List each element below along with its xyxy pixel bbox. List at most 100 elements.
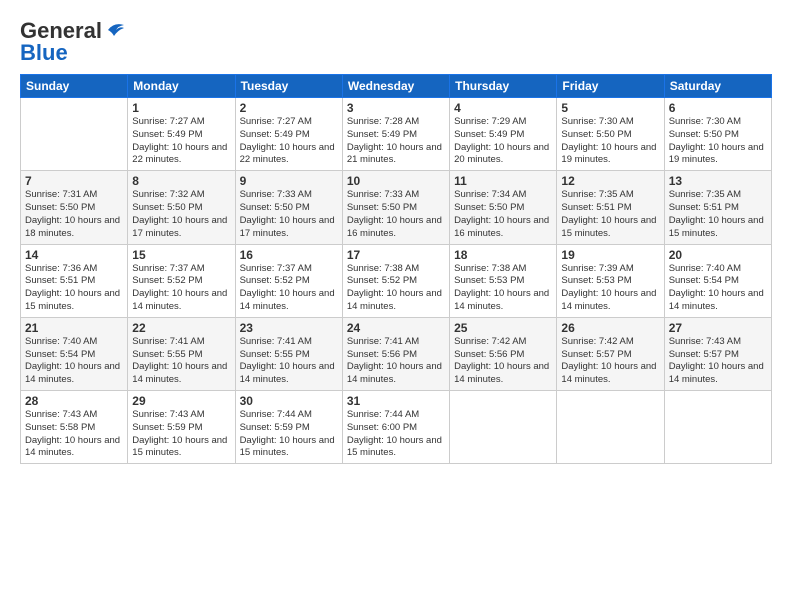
day-info: Sunrise: 7:37 AM Sunset: 5:52 PM Dayligh… (132, 263, 230, 314)
calendar-cell: 30Sunrise: 7:44 AM Sunset: 5:59 PM Dayli… (235, 391, 342, 464)
calendar-col-header: Thursday (450, 75, 557, 98)
calendar-cell: 3Sunrise: 7:28 AM Sunset: 5:49 PM Daylig… (342, 98, 449, 171)
day-info: Sunrise: 7:42 AM Sunset: 5:57 PM Dayligh… (561, 336, 659, 387)
calendar-cell: 15Sunrise: 7:37 AM Sunset: 5:52 PM Dayli… (128, 244, 235, 317)
calendar-cell: 24Sunrise: 7:41 AM Sunset: 5:56 PM Dayli… (342, 317, 449, 390)
day-number: 13 (669, 174, 767, 188)
day-number: 7 (25, 174, 123, 188)
calendar-week-row: 28Sunrise: 7:43 AM Sunset: 5:58 PM Dayli… (21, 391, 772, 464)
calendar-cell: 16Sunrise: 7:37 AM Sunset: 5:52 PM Dayli… (235, 244, 342, 317)
day-info: Sunrise: 7:41 AM Sunset: 5:56 PM Dayligh… (347, 336, 445, 387)
day-info: Sunrise: 7:32 AM Sunset: 5:50 PM Dayligh… (132, 189, 230, 240)
day-number: 29 (132, 394, 230, 408)
day-info: Sunrise: 7:40 AM Sunset: 5:54 PM Dayligh… (669, 263, 767, 314)
logo-bird-icon (104, 20, 126, 38)
calendar-cell: 7Sunrise: 7:31 AM Sunset: 5:50 PM Daylig… (21, 171, 128, 244)
day-number: 4 (454, 101, 552, 115)
calendar-week-row: 21Sunrise: 7:40 AM Sunset: 5:54 PM Dayli… (21, 317, 772, 390)
calendar-col-header: Wednesday (342, 75, 449, 98)
day-info: Sunrise: 7:33 AM Sunset: 5:50 PM Dayligh… (240, 189, 338, 240)
calendar-cell: 25Sunrise: 7:42 AM Sunset: 5:56 PM Dayli… (450, 317, 557, 390)
day-info: Sunrise: 7:34 AM Sunset: 5:50 PM Dayligh… (454, 189, 552, 240)
calendar-cell: 23Sunrise: 7:41 AM Sunset: 5:55 PM Dayli… (235, 317, 342, 390)
day-number: 24 (347, 321, 445, 335)
day-number: 26 (561, 321, 659, 335)
calendar-col-header: Monday (128, 75, 235, 98)
page: General Blue SundayMondayTuesdayWednesda… (0, 0, 792, 612)
day-number: 22 (132, 321, 230, 335)
day-info: Sunrise: 7:35 AM Sunset: 5:51 PM Dayligh… (561, 189, 659, 240)
day-info: Sunrise: 7:33 AM Sunset: 5:50 PM Dayligh… (347, 189, 445, 240)
calendar-cell: 21Sunrise: 7:40 AM Sunset: 5:54 PM Dayli… (21, 317, 128, 390)
calendar-cell (664, 391, 771, 464)
logo-blue: Blue (20, 40, 68, 66)
day-number: 19 (561, 248, 659, 262)
calendar-cell: 6Sunrise: 7:30 AM Sunset: 5:50 PM Daylig… (664, 98, 771, 171)
calendar-header-row: SundayMondayTuesdayWednesdayThursdayFrid… (21, 75, 772, 98)
calendar-cell: 10Sunrise: 7:33 AM Sunset: 5:50 PM Dayli… (342, 171, 449, 244)
calendar-cell: 8Sunrise: 7:32 AM Sunset: 5:50 PM Daylig… (128, 171, 235, 244)
day-info: Sunrise: 7:43 AM Sunset: 5:58 PM Dayligh… (25, 409, 123, 460)
calendar-table: SundayMondayTuesdayWednesdayThursdayFrid… (20, 74, 772, 464)
calendar-week-row: 7Sunrise: 7:31 AM Sunset: 5:50 PM Daylig… (21, 171, 772, 244)
day-info: Sunrise: 7:30 AM Sunset: 5:50 PM Dayligh… (561, 116, 659, 167)
day-number: 16 (240, 248, 338, 262)
day-info: Sunrise: 7:44 AM Sunset: 5:59 PM Dayligh… (240, 409, 338, 460)
day-number: 5 (561, 101, 659, 115)
calendar-col-header: Friday (557, 75, 664, 98)
day-number: 28 (25, 394, 123, 408)
calendar-cell: 9Sunrise: 7:33 AM Sunset: 5:50 PM Daylig… (235, 171, 342, 244)
calendar-cell: 26Sunrise: 7:42 AM Sunset: 5:57 PM Dayli… (557, 317, 664, 390)
day-info: Sunrise: 7:40 AM Sunset: 5:54 PM Dayligh… (25, 336, 123, 387)
calendar-cell: 31Sunrise: 7:44 AM Sunset: 6:00 PM Dayli… (342, 391, 449, 464)
calendar-cell: 13Sunrise: 7:35 AM Sunset: 5:51 PM Dayli… (664, 171, 771, 244)
day-info: Sunrise: 7:37 AM Sunset: 5:52 PM Dayligh… (240, 263, 338, 314)
calendar-week-row: 14Sunrise: 7:36 AM Sunset: 5:51 PM Dayli… (21, 244, 772, 317)
calendar-cell: 14Sunrise: 7:36 AM Sunset: 5:51 PM Dayli… (21, 244, 128, 317)
calendar-cell: 17Sunrise: 7:38 AM Sunset: 5:52 PM Dayli… (342, 244, 449, 317)
day-number: 3 (347, 101, 445, 115)
calendar-cell: 28Sunrise: 7:43 AM Sunset: 5:58 PM Dayli… (21, 391, 128, 464)
day-number: 2 (240, 101, 338, 115)
day-number: 8 (132, 174, 230, 188)
day-info: Sunrise: 7:31 AM Sunset: 5:50 PM Dayligh… (25, 189, 123, 240)
day-number: 17 (347, 248, 445, 262)
calendar-cell: 19Sunrise: 7:39 AM Sunset: 5:53 PM Dayli… (557, 244, 664, 317)
day-number: 31 (347, 394, 445, 408)
calendar-cell (557, 391, 664, 464)
day-number: 10 (347, 174, 445, 188)
calendar-col-header: Saturday (664, 75, 771, 98)
day-number: 21 (25, 321, 123, 335)
day-info: Sunrise: 7:27 AM Sunset: 5:49 PM Dayligh… (132, 116, 230, 167)
day-number: 27 (669, 321, 767, 335)
calendar-cell: 11Sunrise: 7:34 AM Sunset: 5:50 PM Dayli… (450, 171, 557, 244)
calendar-cell: 5Sunrise: 7:30 AM Sunset: 5:50 PM Daylig… (557, 98, 664, 171)
day-info: Sunrise: 7:39 AM Sunset: 5:53 PM Dayligh… (561, 263, 659, 314)
calendar-cell: 22Sunrise: 7:41 AM Sunset: 5:55 PM Dayli… (128, 317, 235, 390)
calendar-col-header: Tuesday (235, 75, 342, 98)
day-number: 20 (669, 248, 767, 262)
day-info: Sunrise: 7:28 AM Sunset: 5:49 PM Dayligh… (347, 116, 445, 167)
day-number: 30 (240, 394, 338, 408)
calendar-cell: 18Sunrise: 7:38 AM Sunset: 5:53 PM Dayli… (450, 244, 557, 317)
day-info: Sunrise: 7:38 AM Sunset: 5:53 PM Dayligh… (454, 263, 552, 314)
logo: General Blue (20, 18, 126, 66)
calendar-cell: 4Sunrise: 7:29 AM Sunset: 5:49 PM Daylig… (450, 98, 557, 171)
calendar-cell (450, 391, 557, 464)
header: General Blue (20, 18, 772, 66)
day-number: 9 (240, 174, 338, 188)
day-info: Sunrise: 7:29 AM Sunset: 5:49 PM Dayligh… (454, 116, 552, 167)
calendar-cell: 2Sunrise: 7:27 AM Sunset: 5:49 PM Daylig… (235, 98, 342, 171)
day-info: Sunrise: 7:41 AM Sunset: 5:55 PM Dayligh… (240, 336, 338, 387)
calendar-cell: 29Sunrise: 7:43 AM Sunset: 5:59 PM Dayli… (128, 391, 235, 464)
calendar-cell (21, 98, 128, 171)
day-number: 25 (454, 321, 552, 335)
day-number: 15 (132, 248, 230, 262)
calendar-cell: 27Sunrise: 7:43 AM Sunset: 5:57 PM Dayli… (664, 317, 771, 390)
calendar-cell: 12Sunrise: 7:35 AM Sunset: 5:51 PM Dayli… (557, 171, 664, 244)
day-info: Sunrise: 7:27 AM Sunset: 5:49 PM Dayligh… (240, 116, 338, 167)
day-number: 23 (240, 321, 338, 335)
day-number: 14 (25, 248, 123, 262)
calendar-cell: 20Sunrise: 7:40 AM Sunset: 5:54 PM Dayli… (664, 244, 771, 317)
day-info: Sunrise: 7:35 AM Sunset: 5:51 PM Dayligh… (669, 189, 767, 240)
